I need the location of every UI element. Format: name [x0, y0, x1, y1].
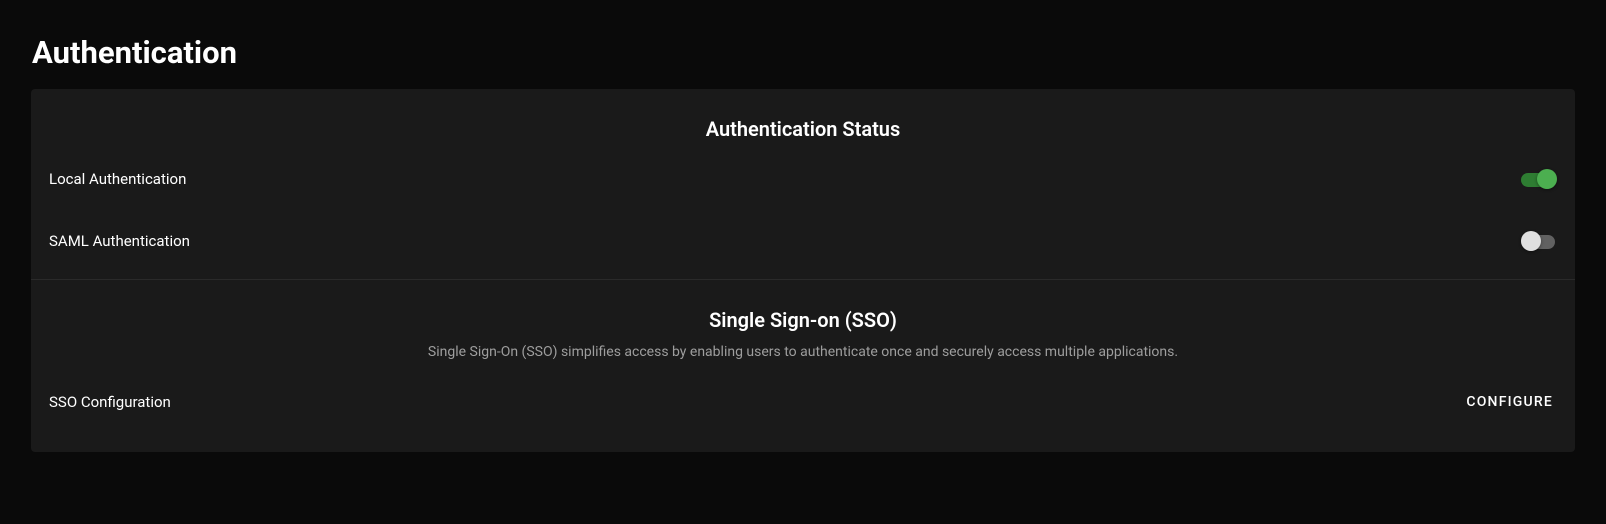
sso-description: Single Sign-On (SSO) simplifies access b…	[31, 332, 1575, 360]
configure-button[interactable]: CONFIGURE	[1462, 388, 1557, 416]
section-title-status: Authentication Status	[31, 113, 1575, 141]
authentication-card: Authentication Status Local Authenticati…	[31, 89, 1575, 452]
switch-thumb	[1521, 231, 1541, 251]
authentication-status-section: Authentication Status Local Authenticati…	[31, 89, 1575, 279]
local-auth-toggle[interactable]	[1521, 169, 1557, 189]
sso-section: Single Sign-on (SSO) Single Sign-On (SSO…	[31, 279, 1575, 452]
switch-thumb	[1537, 169, 1557, 189]
saml-auth-label: SAML Authentication	[49, 232, 190, 250]
saml-auth-toggle[interactable]	[1521, 231, 1557, 251]
section-title-sso: Single Sign-on (SSO)	[31, 304, 1575, 332]
local-auth-label: Local Authentication	[49, 170, 186, 188]
status-row-local-auth: Local Authentication	[31, 147, 1575, 189]
sso-configuration-row: SSO Configuration CONFIGURE	[31, 360, 1575, 424]
sso-config-label: SSO Configuration	[49, 393, 171, 411]
status-row-saml-auth: SAML Authentication	[31, 189, 1575, 251]
page-title: Authentication	[0, 0, 1606, 89]
